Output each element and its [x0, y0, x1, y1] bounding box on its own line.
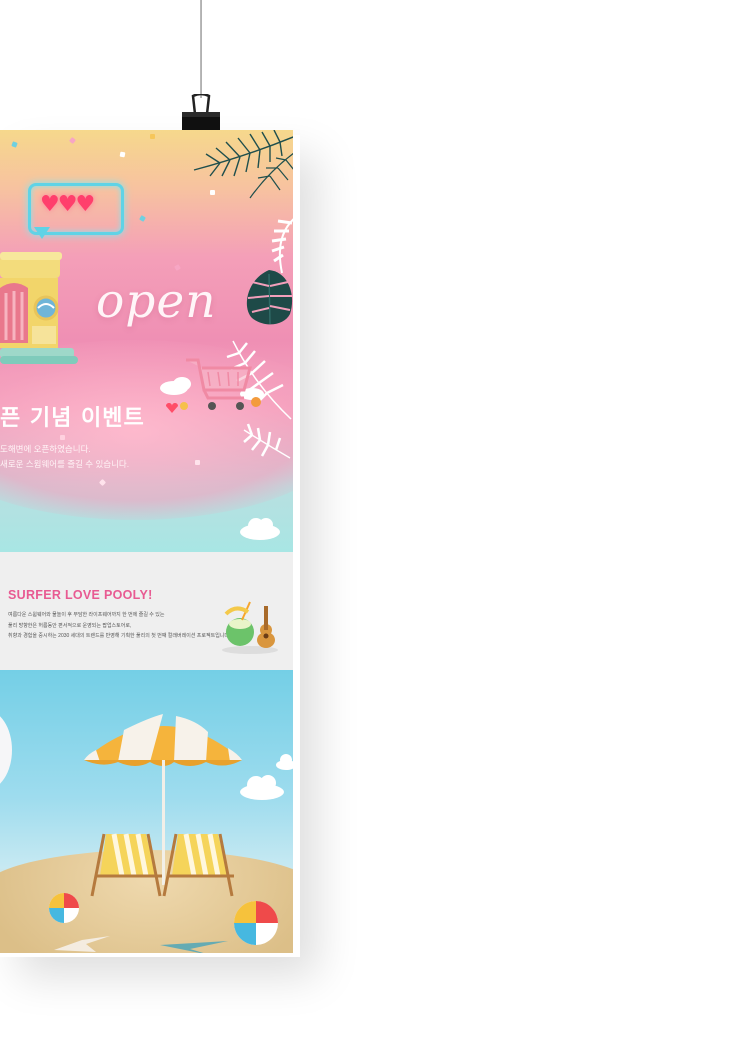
beach-section	[0, 670, 293, 953]
starfish-icon	[160, 941, 228, 953]
beach-ball-icon	[49, 893, 79, 923]
confetti	[139, 215, 146, 222]
chat-bubble-tail	[34, 227, 50, 239]
store-illustration	[0, 252, 78, 364]
poster: ♥♥♥ open 픈 기념 이벤트 도해변에 오픈하였습니다. 새로운 스윔웨어…	[0, 130, 293, 953]
info-band: SURFER LOVE POOLY! 여름다운 스윔웨어와 물놀이 후 부담한 …	[0, 552, 293, 670]
hero-desc-line: 새로운 스윔웨어를 즐길 수 있습니다.	[0, 459, 130, 469]
beach-ball-icon	[234, 901, 278, 945]
band-text-line: 풀리 방향한은 허름동안 편서적으로 운영되는 팝업스토어로,	[8, 622, 132, 629]
band-description: 여름다운 스윔웨어와 물놀이 후 부담한 라이프웨어까지 한 번에 즐길 수 있…	[8, 610, 230, 642]
cloud-icon	[276, 754, 293, 770]
confetti	[174, 264, 181, 271]
cloud-icon	[240, 518, 280, 540]
hero-desc-line: 도해변에 오픈하였습니다.	[0, 444, 91, 454]
band-title: SURFER LOVE POOLY!	[8, 588, 153, 602]
open-title: open	[96, 274, 217, 329]
confetti	[68, 136, 77, 145]
hero-section: ♥♥♥ open 픈 기념 이벤트 도해변에 오픈하였습니다. 새로운 스윔웨어…	[0, 130, 293, 552]
monstera-leaf-icon	[246, 270, 293, 325]
starfish-icon	[54, 936, 110, 952]
shopping-cart-icon	[160, 358, 264, 413]
band-text-line: 취향과 경험을 중시하는 2030 세대의 트렌드를 반영해 기획한 풀리의 첫…	[8, 633, 231, 639]
confetti	[195, 460, 200, 465]
beach-chair-icon	[90, 833, 234, 897]
confetti	[119, 151, 126, 158]
confetti	[11, 141, 18, 148]
palm-leaf-icon	[271, 218, 293, 274]
heart-icon: ♥♥♥	[40, 192, 95, 217]
coconut-ukulele-illustration	[222, 601, 278, 654]
palm-leaf-icon	[193, 130, 293, 199]
confetti	[150, 134, 155, 139]
palm-leaf-icon	[243, 423, 291, 459]
sun-icon	[0, 710, 12, 790]
band-text-line: 여름다운 스윔웨어와 물놀이 후 부담한 라이프웨어까지 한 번에 즐길 수 있…	[8, 612, 165, 618]
hanging-wire	[200, 0, 202, 98]
hero-description: 도해변에 오픈하였습니다. 새로운 스윔웨어를 즐길 수 있습니다.	[0, 442, 129, 472]
confetti	[60, 435, 65, 440]
event-title: 픈 기념 이벤트	[0, 406, 145, 431]
